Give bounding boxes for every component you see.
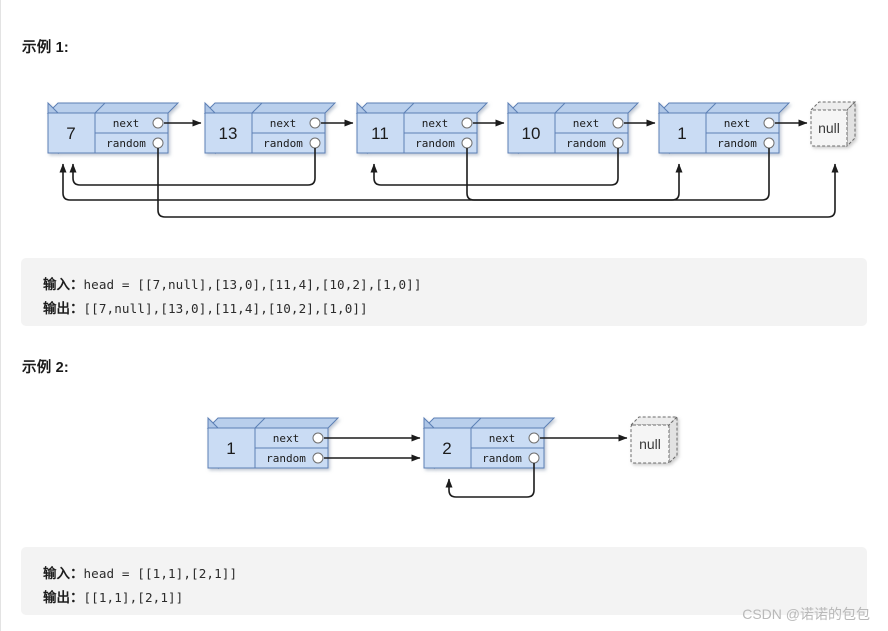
node2-2: 2 next random: [422, 416, 556, 470]
random-label: random: [263, 137, 303, 150]
example-2-heading: 示例 2:: [22, 360, 69, 376]
next-label: next: [270, 117, 297, 130]
node-value: 10: [522, 124, 541, 143]
csdn-watermark: CSDN @诺诺的包包: [742, 606, 870, 622]
node-value: 1: [677, 124, 686, 143]
next-label: next: [489, 432, 516, 445]
next-label: next: [573, 117, 600, 130]
node-value: 11: [371, 124, 389, 143]
random-arrow-11-to-1: [466, 148, 683, 201]
output-value: [[1,1],[2,1]]: [83, 590, 184, 605]
node-value: 2: [442, 439, 451, 458]
node-value: 13: [219, 124, 238, 143]
next-label: next: [724, 117, 751, 130]
output-line: 输出：[[1,1],[2,1]]: [43, 591, 183, 605]
random-arrow-1-to-7: [59, 148, 770, 201]
node-value: 1: [226, 439, 235, 458]
random-label: random: [482, 452, 522, 465]
null-node-2: null: [629, 415, 679, 465]
node-7: 7 next random: [46, 101, 180, 155]
null-label: null: [639, 436, 661, 452]
input-value: head = [[7,null],[13,0],[11,4],[10,2],[1…: [83, 277, 422, 292]
output-label: 输出：: [43, 301, 84, 316]
null-node: null: [809, 100, 857, 148]
example-2-linked-list-diagram: 1 next random 2 next random null: [206, 415, 679, 498]
random-arrow-10-to-11: [370, 148, 619, 186]
input-label: 输入：: [43, 277, 84, 292]
node-1: 1 next random: [657, 101, 791, 155]
node-11: 11 next random: [355, 101, 489, 155]
example-1-heading: 示例 1:: [22, 40, 69, 56]
node-value: 7: [66, 124, 75, 143]
output-line: 输出：[[7,null],[13,0],[11,4],[10,2],[1,0]]: [43, 302, 368, 316]
random-label: random: [266, 452, 306, 465]
random-arrow-7-to-null: [157, 148, 839, 218]
next-label: next: [113, 117, 140, 130]
output-label: 输出：: [43, 590, 84, 605]
input-value: head = [[1,1],[2,1]]: [83, 566, 238, 581]
random-arrow-13-to-7: [69, 148, 316, 186]
random-label: random: [415, 137, 455, 150]
input-label: 输入：: [43, 566, 84, 581]
node-10: 10 next random: [506, 101, 640, 155]
example-2-code-block: 输入：head = [[1,1],[2,1]] 输出：[[1,1],[2,1]]: [21, 547, 867, 615]
node-13: 13 next random: [203, 101, 337, 155]
random-label: random: [566, 137, 606, 150]
null-label: null: [818, 120, 840, 136]
random-label: random: [717, 137, 757, 150]
random-label: random: [106, 137, 146, 150]
next-label: next: [273, 432, 300, 445]
output-value: [[7,null],[13,0],[11,4],[10,2],[1,0]]: [83, 301, 368, 316]
example-1-code-block: 输入：head = [[7,null],[13,0],[11,4],[10,2]…: [21, 258, 867, 326]
input-line: 输入：head = [[1,1],[2,1]]: [43, 567, 237, 581]
next-label: next: [422, 117, 449, 130]
input-line: 输入：head = [[7,null],[13,0],[11,4],[10,2]…: [43, 278, 422, 292]
node2-1: 1 next random: [206, 416, 340, 470]
page-root: 示例 1: 示例 2: 7 next random 13 next random…: [0, 0, 888, 631]
